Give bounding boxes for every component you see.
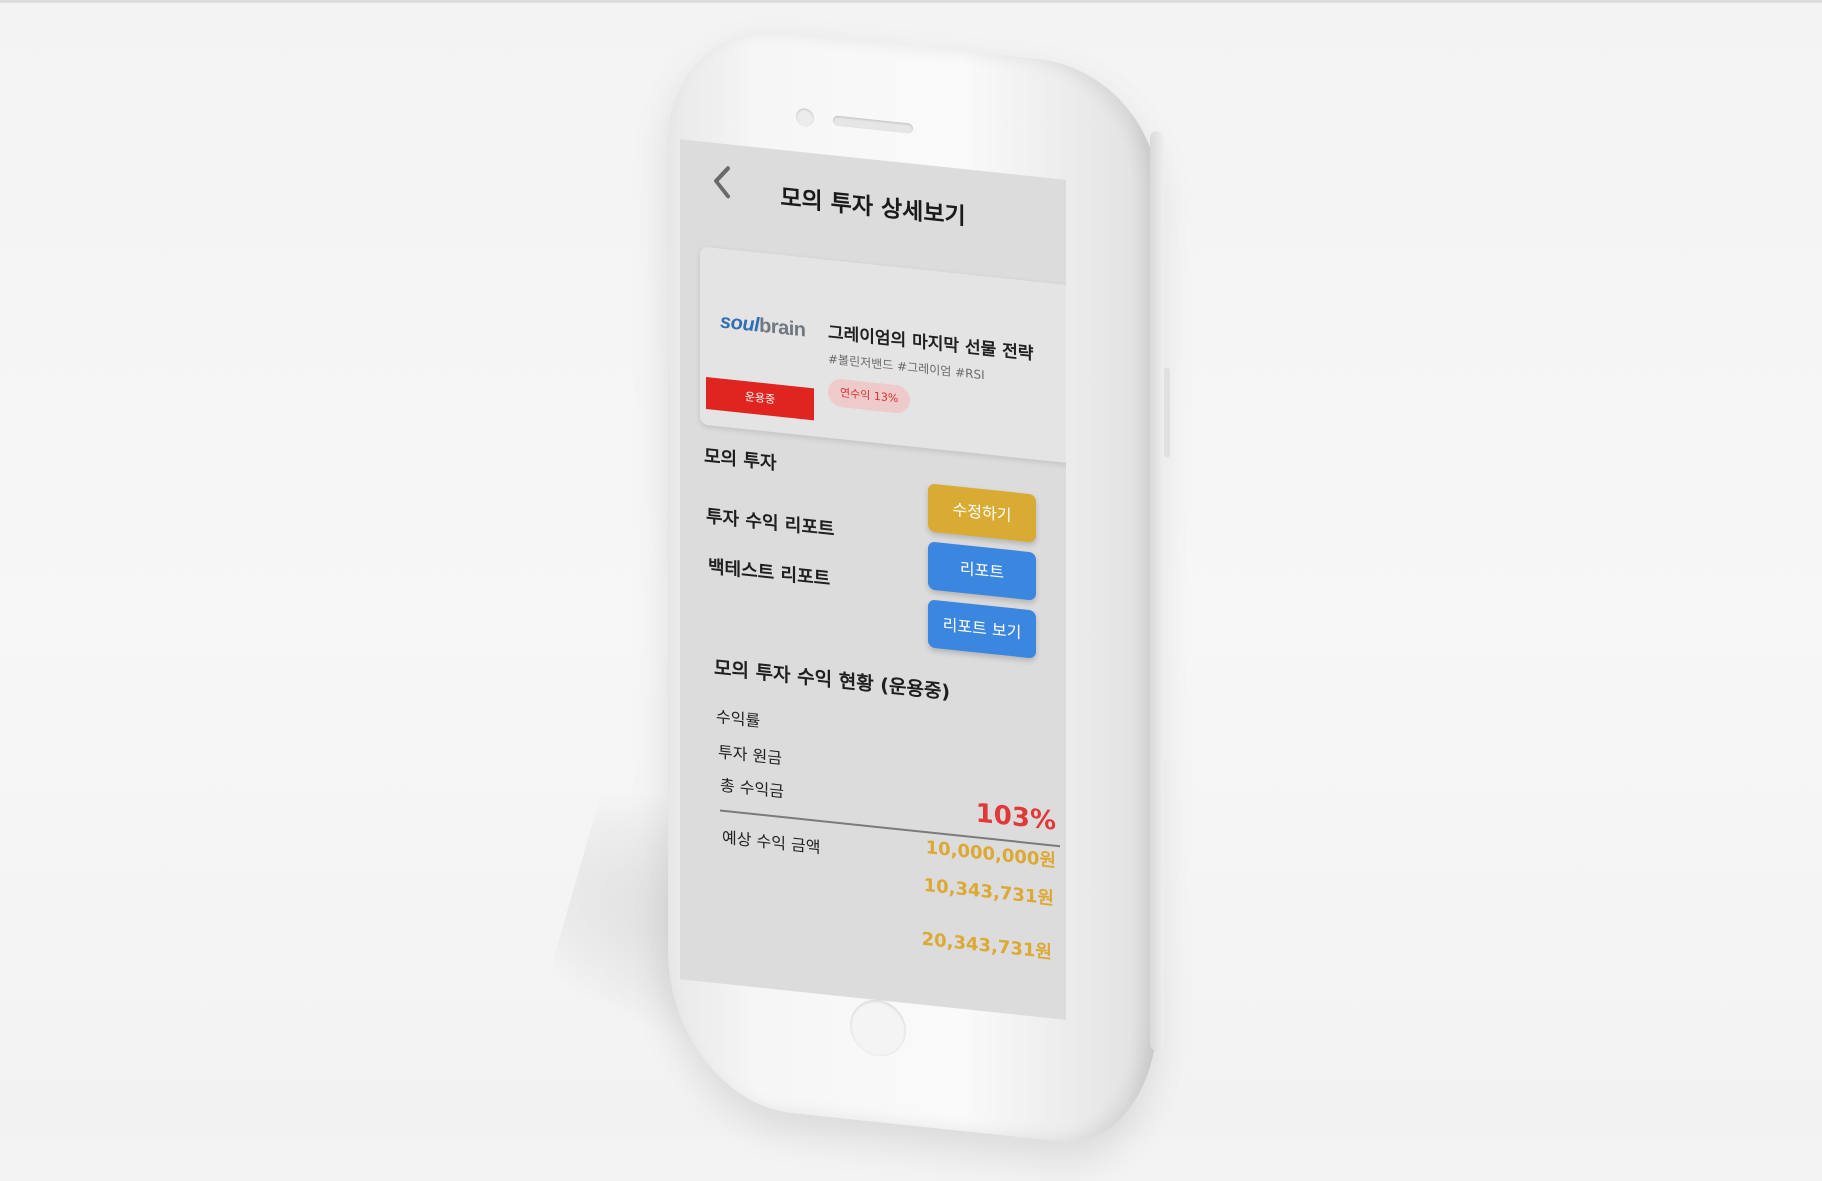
- top-edge-bar: [0, 0, 1822, 3]
- earpiece-speaker: [833, 115, 913, 134]
- profit-report-label: 투자 수익 리포트: [706, 505, 835, 541]
- side-button: [1164, 367, 1170, 458]
- total-profit-label: 총 수익금: [720, 775, 784, 802]
- principal-label: 투자 원금: [718, 742, 782, 768]
- view-report-button[interactable]: 리포트 보기: [928, 599, 1036, 659]
- app-screen: 모의 투자 상세보기 soulbrain 운용중 그레이엄의 마지막 선물 전략…: [680, 139, 1066, 1020]
- company-logo: soulbrain: [720, 310, 806, 342]
- report-button[interactable]: 리포트: [928, 541, 1036, 601]
- page-title: 모의 투자 상세보기: [780, 184, 966, 231]
- total-profit-value: 10,343,731원: [923, 874, 1054, 910]
- summary-title: 모의 투자 수익 현황 (운용중): [714, 656, 951, 704]
- annual-return-badge: 연수익 13%: [828, 377, 911, 415]
- status-badge: 운용중: [706, 376, 814, 421]
- backtest-report-label: 백테스트 리포트: [708, 556, 831, 591]
- phone-device: 모의 투자 상세보기 soulbrain 운용중 그레이엄의 마지막 선물 전략…: [668, 20, 1170, 1152]
- strategy-card[interactable]: soulbrain 운용중 그레이엄의 마지막 선물 전략 #볼린저밴드 #그레…: [700, 246, 1066, 464]
- return-rate-label: 수익률: [716, 707, 761, 731]
- mock-investment-heading: 모의 투자: [704, 445, 777, 475]
- front-camera: [796, 107, 814, 128]
- home-button[interactable]: [850, 997, 906, 1060]
- expected-amount-label: 예상 수익 금액: [722, 827, 821, 858]
- expected-amount-value: 20,343,731원: [921, 928, 1052, 964]
- phone-side-edge: [1150, 130, 1164, 1053]
- edit-button[interactable]: 수정하기: [928, 483, 1036, 543]
